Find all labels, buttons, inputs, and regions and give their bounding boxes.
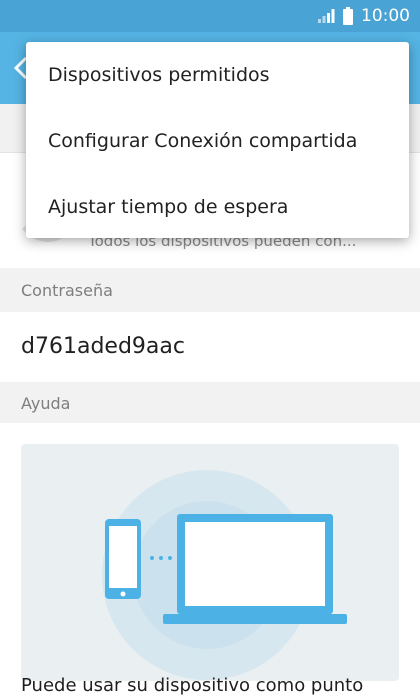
status-icons: 10:00 bbox=[317, 5, 410, 27]
status-time: 10:00 bbox=[361, 6, 410, 26]
overflow-menu: Dispositivos permitidos Configurar Conex… bbox=[26, 42, 409, 238]
help-text: Puede usar su dispositivo como punto bbox=[21, 675, 364, 696]
menu-item-allowed-devices[interactable]: Dispositivos permitidos bbox=[26, 42, 409, 108]
battery-icon bbox=[343, 7, 353, 25]
menu-item-adjust-timeout[interactable]: Ajustar tiempo de espera bbox=[26, 174, 409, 240]
help-header: Ayuda bbox=[0, 383, 420, 425]
help-card bbox=[0, 423, 420, 700]
help-illustration bbox=[21, 444, 399, 681]
menu-item-configure-tethering[interactable]: Configurar Conexión compartida bbox=[26, 108, 409, 174]
status-bar: 10:00 bbox=[0, 0, 420, 32]
password-header: Contraseña bbox=[0, 270, 420, 312]
signal-icon bbox=[318, 9, 335, 23]
password-value[interactable]: d761aded9aac bbox=[0, 312, 420, 382]
phone-laptop-hotspot-illustration bbox=[102, 470, 347, 680]
